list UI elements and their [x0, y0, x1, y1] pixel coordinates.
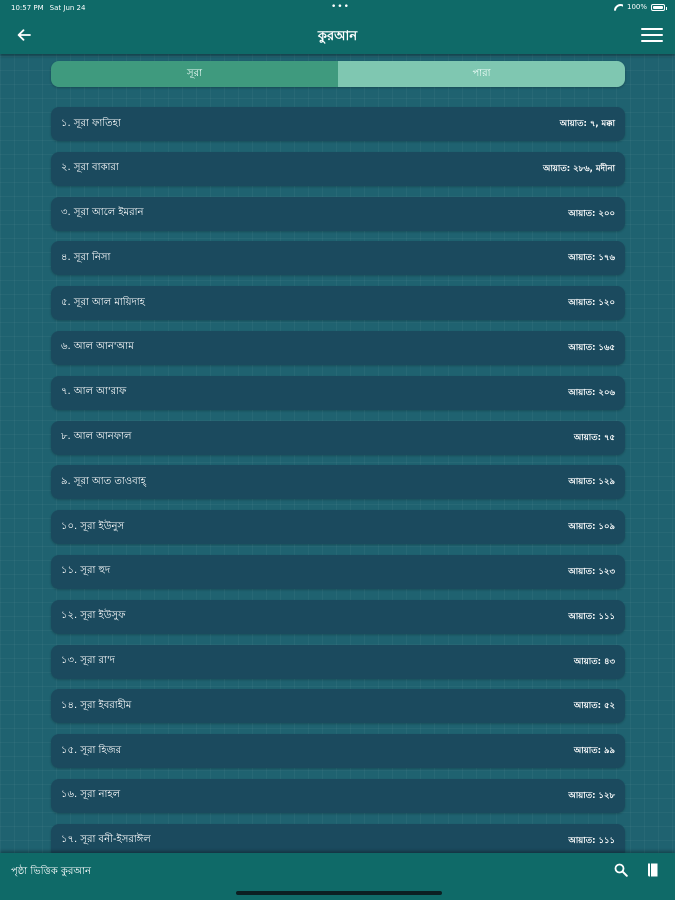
surah-ayat-count: আয়াত: ১২৮ — [568, 790, 615, 801]
surah-name: ৭. আল আ'রাফ — [61, 386, 127, 398]
surah-row[interactable]: ৫. সূরা আল মায়িদাহ আয়াত: ১২০ — [51, 286, 625, 321]
surah-row[interactable]: ১২. সূরা ইউসুফ আয়াত: ১১১ — [51, 599, 625, 634]
search-icon[interactable] — [614, 863, 628, 877]
surah-row[interactable]: ১৪. সূরা ইবরাহীম আয়াত: ৫২ — [51, 689, 625, 724]
surah-name: ১১. সূরা হুদ — [61, 565, 111, 577]
surah-name: ১০. সূরা ইউনুস — [61, 520, 125, 532]
surah-row[interactable]: ৭. আল আ'রাফ আয়াত: ২০৬ — [51, 375, 625, 410]
surah-list: ১. সূরা ফাতিহা আয়াত: ৭, মক্কা ২. সূরা বাক… — [51, 107, 625, 869]
surah-name: ৪. সূরা নিসা — [61, 251, 111, 263]
surah-row[interactable]: ১১. সূরা হুদ আয়াত: ১২৩ — [51, 554, 625, 589]
surah-row[interactable]: ১৬. সূরা নাহল আয়াত: ১২৮ — [51, 778, 625, 813]
surah-ayat-count: আয়াত: ২৮৬, মদীনা — [542, 163, 615, 174]
surah-ayat-count: আয়াত: ২০০ — [568, 208, 615, 219]
surah-name: ১৫. সূরা হিজর — [61, 744, 122, 756]
surah-row[interactable]: ২. সূরা বাকারা আয়াত: ২৮৬, মদীনা — [51, 151, 625, 186]
surah-ayat-count: আয়াত: ১২৩ — [568, 566, 615, 577]
tab-para[interactable]: পারা — [338, 61, 625, 87]
home-indicator[interactable] — [236, 891, 442, 895]
surah-ayat-count: আয়াত: ১০৯ — [568, 522, 615, 533]
surah-name: ৬. আল আন'আম — [61, 341, 134, 353]
surah-name: ১৪. সূরা ইবরাহীম — [61, 699, 132, 711]
battery-percent: 100% — [626, 3, 647, 11]
status-right: 100% — [614, 3, 667, 11]
surah-name: ২. সূরা বাকারা — [61, 162, 119, 174]
surah-row[interactable]: ৯. সূরা আত তাওবাহ্ আয়াত: ১২৯ — [51, 465, 625, 500]
status-date: Sat Jun 24 — [49, 4, 86, 12]
surah-name: ১৭. সূরা বনী-ইসরাঈল — [61, 834, 151, 846]
surah-ayat-count: আয়াত: ১২৯ — [568, 477, 615, 488]
status-time-text: 10:57 PM — [11, 4, 44, 12]
surah-name: ৫. সূরা আল মায়িদাহ — [61, 296, 145, 308]
surah-ayat-count: আয়াত: ৪৩ — [573, 656, 615, 667]
tab-surah[interactable]: সূরা — [51, 61, 338, 87]
surah-ayat-count: আয়াত: ৯৯ — [573, 746, 615, 757]
surah-row[interactable]: ১৫. সূরা হিজর আয়াত: ৯৯ — [51, 734, 625, 769]
surah-ayat-count: আয়াত: ২০৬ — [568, 387, 615, 398]
surah-ayat-count: আয়াত: ৭৫ — [573, 432, 615, 443]
page-based-quran-link[interactable]: পৃষ্ঠা ভিত্তিক কুরআন — [11, 864, 91, 881]
status-bar: 10:57 PM Sat Jun 24 ••• 100% — [0, 0, 675, 16]
surah-ayat-count: আয়াত: ১১১ — [568, 835, 615, 846]
surah-para-tabs: সূরা পারা — [51, 61, 625, 87]
surah-row[interactable]: ১০. সূরা ইউনুস আয়াত: ১০৯ — [51, 510, 625, 545]
surah-name: ১৩. সূরা রা'দ — [61, 655, 115, 667]
surah-row[interactable]: ৪. সূরা নিসা আয়াত: ১৭৬ — [51, 241, 625, 276]
top-bar: 10:57 PM Sat Jun 24 ••• 100% কুরআন — [0, 0, 675, 54]
hamburger-menu-icon[interactable] — [641, 25, 663, 45]
page-title: কুরআন — [317, 29, 358, 44]
surah-ayat-count: আয়াত: ৫২ — [573, 701, 615, 712]
surah-ayat-count: আয়াত: ১২০ — [568, 298, 615, 309]
surah-name: ৮. আল আনফাল — [61, 431, 132, 443]
surah-name: ১২. সূরা ইউসুফ — [61, 610, 126, 622]
surah-ayat-count: আয়াত: ১১১ — [568, 611, 615, 622]
surah-row[interactable]: ১. সূরা ফাতিহা আয়াত: ৭, মক্কা — [51, 107, 625, 141]
battery-icon — [651, 3, 667, 11]
surah-ayat-count: আয়াত: ১৭৬ — [568, 253, 615, 264]
multitask-dots[interactable]: ••• — [331, 2, 350, 12]
surah-name: ৯. সূরা আত তাওবাহ্ — [61, 475, 146, 487]
surah-ayat-count: আয়াত: ৭, মক্কা — [559, 119, 615, 129]
surah-name: ১. সূরা ফাতিহা — [61, 117, 121, 129]
surah-name: ৩. সূরা আলে ইমরান — [61, 207, 144, 219]
status-time: 10:57 PM Sat Jun 24 — [11, 4, 85, 12]
book-icon[interactable] — [646, 862, 660, 878]
surah-row[interactable]: ৮. আল আনফাল আয়াত: ৭৫ — [51, 420, 625, 455]
surah-name: ১৬. সূরা নাহল — [61, 789, 121, 801]
surah-row[interactable]: ৩. সূরা আলে ইমরান আয়াত: ২০০ — [51, 196, 625, 231]
surah-ayat-count: আয়াত: ১৬৫ — [568, 342, 615, 353]
surah-row[interactable]: ১৩. সূরা রা'দ আয়াত: ৪৩ — [51, 644, 625, 679]
surah-row[interactable]: ৬. আল আন'আম আয়াত: ১৬৫ — [51, 330, 625, 365]
wifi-icon — [614, 4, 623, 11]
